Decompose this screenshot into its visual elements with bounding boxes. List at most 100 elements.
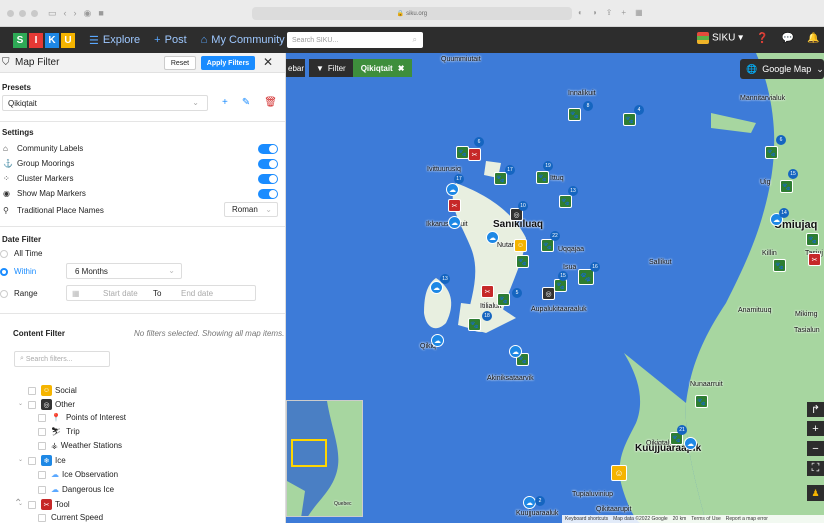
map-marker[interactable]: 🐾 bbox=[568, 108, 581, 121]
reader-icon[interactable]: ◐ bbox=[578, 8, 583, 17]
checkbox[interactable] bbox=[38, 413, 46, 422]
close-icon[interactable]: ✕ bbox=[263, 55, 273, 69]
filter-item-other[interactable]: ◎ Other bbox=[28, 399, 75, 410]
radio-all-time[interactable] bbox=[0, 249, 8, 258]
map-marker[interactable]: ☁ bbox=[446, 183, 459, 196]
community-labels-toggle[interactable] bbox=[258, 144, 278, 154]
map-marker[interactable]: 🐾 bbox=[554, 279, 567, 292]
street-view-icon[interactable]: ♟ bbox=[807, 485, 824, 501]
group-moorings-toggle[interactable] bbox=[258, 159, 278, 169]
preset-chip[interactable]: Qikiqtait ✖ bbox=[352, 59, 413, 77]
checkbox[interactable] bbox=[28, 386, 36, 395]
zoom-in-button[interactable]: + bbox=[807, 421, 824, 436]
date-within[interactable]: Within bbox=[0, 267, 36, 276]
show-map-markers-toggle[interactable] bbox=[258, 189, 278, 199]
radio-within[interactable] bbox=[0, 267, 8, 276]
back-icon[interactable]: ‹ bbox=[64, 8, 67, 19]
user-menu[interactable]: SIKU ▾ bbox=[697, 32, 743, 44]
search-input[interactable]: Search SIKU... ⌕ bbox=[287, 32, 423, 48]
filter-item-trip[interactable]: ⛷ Trip bbox=[38, 427, 80, 436]
help-icon[interactable]: ❓ bbox=[756, 33, 768, 44]
nav-my-community[interactable]: ⌂ My Community bbox=[201, 34, 285, 46]
map-marker[interactable]: 🐾 bbox=[780, 180, 793, 193]
filter-button[interactable]: ▼ Filter bbox=[309, 59, 353, 77]
map-marker[interactable]: ☺ bbox=[514, 239, 527, 252]
checkbox[interactable] bbox=[28, 500, 36, 509]
filter-item-social[interactable]: ☺ Social bbox=[28, 385, 77, 396]
checkbox[interactable] bbox=[28, 400, 36, 409]
map-marker[interactable]: ✂ bbox=[808, 253, 821, 266]
map-marker[interactable]: ☁ bbox=[431, 334, 444, 347]
zoom-out-button[interactable]: − bbox=[807, 441, 824, 456]
map-marker[interactable]: 🐾 bbox=[494, 172, 507, 185]
filter-item-current-speed[interactable]: Current Speed bbox=[38, 513, 103, 522]
map-marker[interactable]: ☁ bbox=[523, 496, 536, 509]
checkbox[interactable] bbox=[28, 456, 36, 465]
active-filter-chip[interactable]: ▼ Filter Qikiqtait ✖ bbox=[309, 59, 413, 77]
filter-item-weather-stations[interactable]: ⚶ Weather Stations bbox=[38, 441, 122, 450]
map-marker[interactable]: 🐾 bbox=[559, 195, 572, 208]
browser-actions[interactable]: ◐ ◑ ⇪ + ▦ bbox=[578, 8, 643, 17]
window-controls[interactable] bbox=[7, 9, 38, 17]
siku-logo[interactable]: S I K U bbox=[13, 32, 75, 48]
map-marker[interactable]: 🐾 bbox=[695, 395, 708, 408]
map-canvas[interactable]: ebar ▼ Filter Qikiqtait ✖ 🌐 Google Map ⌄ Quu… bbox=[286, 53, 824, 523]
map-marker[interactable]: 🐾 bbox=[516, 255, 529, 268]
nav-explore[interactable]: ☰ Explore bbox=[89, 34, 140, 47]
map-marker[interactable]: ✂ bbox=[468, 148, 481, 161]
preset-select[interactable]: Qikiqtait ⌄ bbox=[2, 95, 208, 111]
reset-button[interactable]: Reset bbox=[164, 56, 196, 70]
terms-link[interactable]: Terms of Use bbox=[691, 516, 720, 522]
filter-item-tool[interactable]: ✂ Tool bbox=[28, 499, 70, 510]
filter-item-dangerous-ice[interactable]: ☁ Dangerous Ice bbox=[38, 485, 114, 494]
place-names-select[interactable]: Roman ⌄ bbox=[224, 202, 278, 217]
browser-nav-icons[interactable]: ▭ ‹ › ◉ ■ bbox=[48, 8, 104, 19]
map-marker[interactable]: ☁ bbox=[509, 345, 522, 358]
map-marker[interactable]: 🐾 bbox=[578, 269, 594, 285]
notification-icon[interactable]: 🔔 bbox=[807, 33, 819, 44]
minimap-viewport[interactable] bbox=[291, 439, 327, 467]
new-tab-icon[interactable]: + bbox=[621, 8, 626, 17]
apply-filters-button[interactable]: Apply Filters bbox=[201, 56, 255, 70]
end-date-field[interactable]: End date bbox=[181, 289, 213, 298]
tab-icon[interactable]: ■ bbox=[98, 8, 103, 19]
report-error-link[interactable]: Report a map error bbox=[726, 516, 768, 522]
chevron-down-icon[interactable]: ⌄ bbox=[18, 400, 23, 407]
close-circle-icon[interactable]: ✖ bbox=[398, 64, 405, 73]
fullscreen-button[interactable]: ⛶ bbox=[807, 461, 824, 476]
sidebar-toggle-icon[interactable]: ▭ bbox=[48, 8, 57, 19]
sidebar-toggle[interactable]: ebar bbox=[286, 59, 305, 77]
date-all-time[interactable]: All Time bbox=[0, 249, 42, 258]
checkbox[interactable] bbox=[38, 470, 46, 479]
forward-icon[interactable]: › bbox=[74, 8, 77, 19]
share-map-button[interactable]: ↱ bbox=[807, 402, 824, 417]
map-marker[interactable]: ✂ bbox=[481, 285, 494, 298]
overview-minimap[interactable]: Quebec bbox=[286, 400, 363, 517]
checkbox[interactable] bbox=[38, 441, 46, 450]
checkbox[interactable] bbox=[38, 427, 46, 436]
map-marker[interactable]: 🐾 bbox=[468, 318, 481, 331]
filter-search-input[interactable]: ⌕ Search filters... bbox=[14, 351, 110, 367]
tabs-overview-icon[interactable]: ▦ bbox=[635, 8, 643, 17]
cluster-markers-toggle[interactable] bbox=[258, 174, 278, 184]
radio-range[interactable] bbox=[0, 289, 8, 298]
filter-item-points-of-interest[interactable]: 📍 Points of Interest bbox=[38, 413, 126, 422]
map-marker[interactable]: 🐾 bbox=[765, 146, 778, 159]
map-marker[interactable]: 🐾 bbox=[497, 293, 510, 306]
scroll-up-icon[interactable]: ⌃ bbox=[14, 498, 22, 509]
date-range[interactable]: Range bbox=[0, 289, 38, 298]
map-marker[interactable]: ☁ bbox=[486, 231, 499, 244]
chat-icon[interactable]: 💬 bbox=[782, 33, 794, 44]
keyboard-shortcuts-link[interactable]: Keyboard shortcuts bbox=[565, 516, 608, 522]
start-date-field[interactable]: Start date bbox=[103, 289, 138, 298]
map-marker[interactable]: ☁ bbox=[448, 216, 461, 229]
map-marker[interactable]: 🐾 bbox=[623, 113, 636, 126]
chevron-down-icon[interactable]: ⌄ bbox=[18, 456, 23, 463]
nav-post[interactable]: + Post bbox=[154, 34, 186, 46]
edit-preset-icon[interactable]: ✎ bbox=[242, 97, 250, 108]
url-bar[interactable]: 🔒 siku.org bbox=[252, 7, 572, 20]
checkbox[interactable] bbox=[38, 513, 46, 522]
within-select[interactable]: 6 Months ⌄ bbox=[66, 263, 182, 279]
share-icon[interactable]: ⇪ bbox=[606, 8, 613, 17]
map-marker[interactable]: ✂ bbox=[448, 199, 461, 212]
